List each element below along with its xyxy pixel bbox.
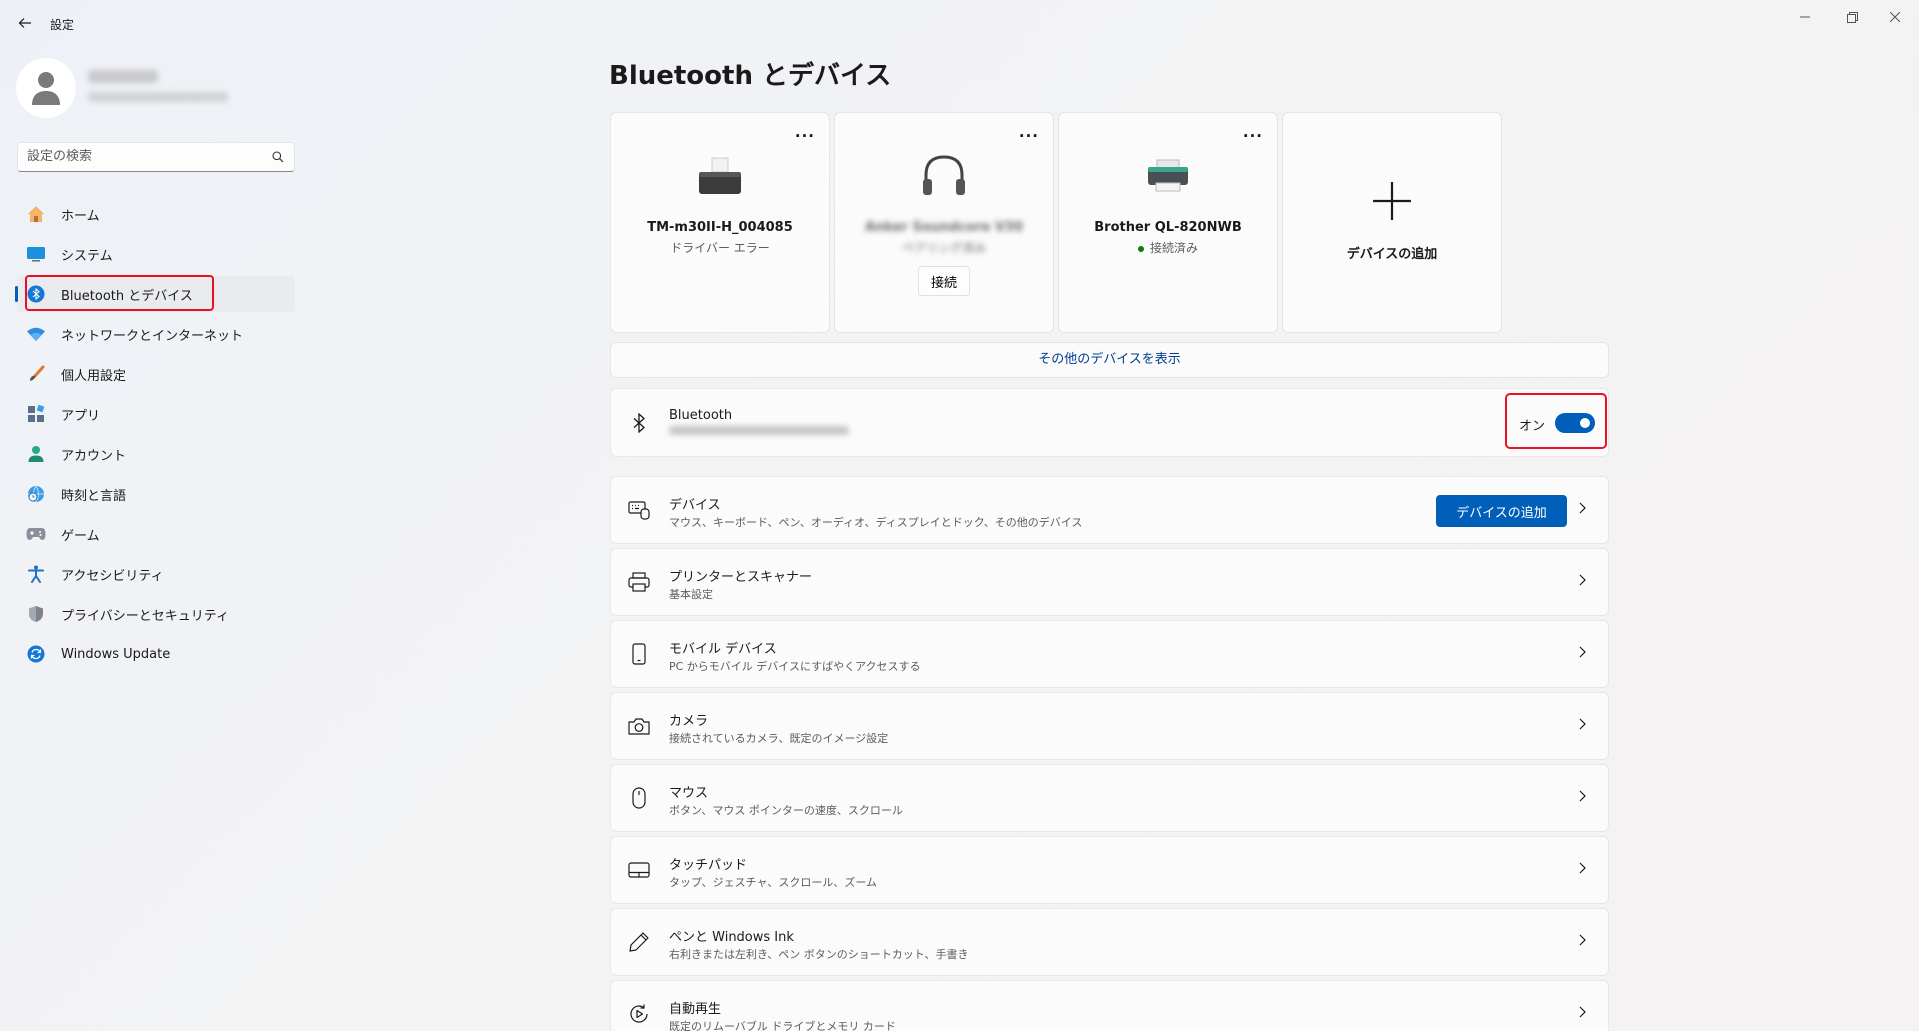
connect-button[interactable]: 接続 <box>918 266 970 296</box>
printer-icon <box>1059 151 1277 201</box>
brush-icon <box>25 363 47 385</box>
page-title: Bluetooth とデバイス <box>609 61 892 91</box>
view-more-devices-link[interactable]: その他のデバイスを表示 <box>610 342 1609 378</box>
plus-icon <box>1283 181 1501 221</box>
minimize-icon <box>1800 16 1810 18</box>
mouse-row[interactable]: マウス ボタン、マウス ポインターの速度、スクロール <box>610 764 1609 832</box>
bluetooth-icon <box>25 283 47 305</box>
sidebar-item-home[interactable]: ホーム <box>17 196 295 232</box>
close-icon <box>1890 12 1900 22</box>
apps-icon <box>25 403 47 425</box>
restore-icon <box>1846 11 1858 23</box>
wifi-icon <box>25 323 47 345</box>
avatar[interactable] <box>16 58 76 118</box>
globe-clock-icon <box>25 483 47 505</box>
bluetooth-toggle[interactable] <box>1555 413 1595 433</box>
autoplay-icon <box>627 1002 651 1026</box>
chevron-right-icon <box>1579 502 1586 518</box>
pen-windows-ink-row[interactable]: ペンと Windows Ink 右利きまたは左利き、ペン ボタンのショートカット… <box>610 908 1609 976</box>
add-device-button[interactable]: デバイスの追加 <box>1436 495 1567 527</box>
keyboard-devices-icon <box>627 498 651 522</box>
toggle-state-label: オン <box>1519 419 1546 434</box>
title-bar: 設定 <box>0 0 1919 46</box>
sidebar-item-gaming[interactable]: ゲーム <box>17 516 295 552</box>
printer-icon <box>627 570 651 594</box>
monitor-icon <box>25 243 47 265</box>
more-options-button[interactable]: ... <box>1243 123 1263 141</box>
chevron-right-icon <box>1579 862 1586 878</box>
app-title: 設定 <box>50 18 75 32</box>
chevron-right-icon <box>1579 574 1586 590</box>
bluetooth-device-name-blurred <box>669 426 849 435</box>
camera-row[interactable]: カメラ 接続されているカメラ、既定のイメージ設定 <box>610 692 1609 760</box>
chevron-right-icon <box>1579 934 1586 950</box>
accessibility-icon <box>25 563 47 585</box>
sidebar-item-accounts[interactable]: アカウント <box>17 436 295 472</box>
touchpad-row[interactable]: タッチパッド タップ、ジェスチャ、スクロール、ズーム <box>610 836 1609 904</box>
bluetooth-row: Bluetooth オン <box>610 388 1609 457</box>
device-card-receipt-printer[interactable]: ... TM-m30II-H_004085 ドライバー エラー <box>610 112 830 333</box>
sidebar-item-time-language[interactable]: 時刻と言語 <box>17 476 295 512</box>
mobile-devices-row[interactable]: モバイル デバイス PC からモバイル デバイスにすばやくアクセスする <box>610 620 1609 688</box>
sidebar-item-apps[interactable]: アプリ <box>17 396 295 432</box>
touchpad-icon <box>627 858 651 882</box>
more-options-button[interactable]: ... <box>1019 123 1039 141</box>
sidebar-item-bluetooth-devices[interactable]: Bluetooth とデバイス <box>15 276 295 312</box>
sidebar-item-privacy[interactable]: プライバシーとセキュリティ <box>17 596 295 632</box>
user-icon <box>32 72 60 105</box>
chevron-right-icon <box>1579 1006 1586 1022</box>
bluetooth-icon <box>627 411 651 435</box>
camera-icon <box>627 714 651 738</box>
sidebar-item-accessibility[interactable]: アクセシビリティ <box>17 556 295 592</box>
phone-icon <box>627 642 651 666</box>
mouse-icon <box>627 786 651 810</box>
gamepad-icon <box>25 523 47 545</box>
chevron-right-icon <box>1579 646 1586 662</box>
headphones-icon <box>835 151 1053 201</box>
device-card-label-printer[interactable]: ... Brother QL-820NWB 接続済み <box>1058 112 1278 333</box>
close-button[interactable] <box>1880 6 1910 28</box>
search-input[interactable] <box>27 149 257 164</box>
back-arrow-icon <box>18 18 31 28</box>
active-indicator <box>15 286 18 302</box>
shield-icon <box>25 603 47 625</box>
pen-icon <box>627 930 651 954</box>
devices-row[interactable]: デバイス マウス、キーボード、ペン、オーディオ、ディスプレイとドック、その他のデ… <box>610 476 1609 544</box>
sidebar-nav: ホーム システム Bluetooth とデバイス ネットワークとインターネット … <box>15 196 295 676</box>
account-icon <box>25 443 47 465</box>
sidebar-item-personalization[interactable]: 個人用設定 <box>17 356 295 392</box>
user-name-blurred <box>88 70 158 83</box>
chevron-right-icon <box>1579 718 1586 734</box>
sidebar-item-system[interactable]: システム <box>17 236 295 272</box>
settings-search[interactable] <box>17 142 295 172</box>
sidebar-item-windows-update[interactable]: Windows Update <box>17 636 295 672</box>
connected-status-dot <box>1137 245 1144 252</box>
search-icon[interactable] <box>272 151 284 167</box>
toggle-knob <box>1580 418 1590 428</box>
device-card-headphones[interactable]: ... Anker Soundcore V30 ペアリング済み 接続 <box>834 112 1054 333</box>
chevron-right-icon <box>1579 790 1586 806</box>
autoplay-row[interactable]: 自動再生 既定のリムーバブル ドライブとメモリ カード <box>610 980 1609 1031</box>
sidebar-item-network[interactable]: ネットワークとインターネット <box>17 316 295 352</box>
add-device-card[interactable]: デバイスの追加 <box>1282 112 1502 333</box>
restore-button[interactable] <box>1837 6 1867 28</box>
printers-scanners-row[interactable]: プリンターとスキャナー 基本設定 <box>610 548 1609 616</box>
minimize-button[interactable] <box>1790 6 1820 28</box>
more-options-button[interactable]: ... <box>795 123 815 141</box>
sync-icon <box>25 643 47 665</box>
printer-icon <box>611 151 829 201</box>
home-icon <box>25 203 47 225</box>
user-email-blurred <box>88 92 228 102</box>
back-button[interactable] <box>14 12 36 34</box>
